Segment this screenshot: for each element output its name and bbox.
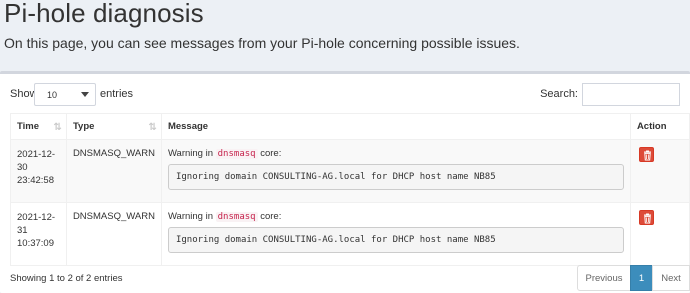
- message-cell: Warning in dnsmasq core: Ignoring domain…: [160, 202, 631, 266]
- warning-source: dnsmasq: [215, 212, 258, 222]
- time-clock: 10:37:09: [17, 238, 54, 249]
- message-cell: Warning in dnsmasq core: Ignoring domain…: [160, 139, 631, 203]
- messages-table: Time ⇅ Type ⇅ Message Action 2021-12- 30…: [10, 113, 690, 266]
- sort-icon: ⇅: [53, 122, 63, 133]
- time-cell: 2021-12- 31 10:37:09: [10, 202, 67, 266]
- search-label: Search:: [540, 88, 578, 100]
- table-info: Showing 1 to 2 of 2 entries: [10, 273, 123, 284]
- time-day: 31: [17, 225, 28, 236]
- time-cell: 2021-12- 30 23:42:58: [10, 139, 67, 203]
- search-input[interactable]: [582, 83, 680, 106]
- column-header-action-label: Action: [636, 121, 667, 132]
- next-page-button[interactable]: Next: [652, 265, 690, 291]
- time-date: 2021-12-: [17, 212, 56, 223]
- column-header-type-label: Type: [72, 121, 95, 132]
- messages-panel: Show 10 entries Search: Time ⇅ Type ⇅ Me…: [0, 71, 690, 293]
- table-header-row: Time ⇅ Type ⇅ Message Action: [10, 113, 690, 140]
- table-row: 2021-12- 31 10:37:09 DNSMASQ_WARN Warnin…: [10, 202, 690, 266]
- column-header-message-label: Message: [167, 121, 209, 132]
- page-subtitle: On this page, you can see messages from …: [4, 35, 520, 51]
- message-text: Ignoring domain CONSULTING-AG.local for …: [167, 164, 624, 190]
- column-header-time[interactable]: Time ⇅: [10, 113, 67, 140]
- table-row: 2021-12- 30 23:42:58 DNSMASQ_WARN Warnin…: [10, 139, 690, 203]
- action-cell: [629, 139, 690, 203]
- column-header-message: Message: [160, 113, 631, 140]
- trash-icon: [643, 150, 651, 161]
- warning-prefix: Warning in: [167, 211, 213, 222]
- time-date: 2021-12-: [17, 149, 56, 160]
- warning-suffix: core:: [260, 211, 282, 222]
- entries-label: entries: [100, 88, 134, 100]
- delete-button[interactable]: [638, 147, 654, 162]
- page-title: Pi-hole diagnosis: [4, 0, 204, 28]
- sort-icon: ⇅: [148, 122, 158, 133]
- warning-prefix: Warning in: [167, 148, 213, 159]
- time-day: 30: [17, 162, 28, 173]
- type-cell: DNSMASQ_WARN: [65, 139, 162, 203]
- page-1-button[interactable]: 1: [630, 265, 653, 291]
- previous-page-button[interactable]: Previous: [577, 265, 631, 291]
- entries-length-value: 10: [47, 90, 58, 100]
- action-cell: [629, 202, 690, 266]
- trash-icon: [643, 213, 651, 224]
- warning-line: Warning in dnsmasq core:: [168, 148, 624, 159]
- chevron-down-icon: [81, 92, 89, 97]
- pagination: Previous 1 Next: [577, 265, 690, 291]
- entries-length-select[interactable]: 10: [34, 83, 96, 106]
- time-clock: 23:42:58: [17, 175, 54, 186]
- warning-source: dnsmasq: [215, 149, 258, 159]
- warning-line: Warning in dnsmasq core:: [168, 211, 624, 222]
- message-text: Ignoring domain CONSULTING-AG.local for …: [167, 227, 624, 253]
- column-header-time-label: Time: [17, 121, 40, 132]
- column-header-action: Action: [629, 113, 690, 140]
- delete-button[interactable]: [638, 210, 654, 225]
- table-controls: Show 10 entries Search:: [10, 83, 680, 107]
- column-header-type[interactable]: Type ⇅: [65, 113, 162, 140]
- warning-suffix: core:: [260, 148, 282, 159]
- type-cell: DNSMASQ_WARN: [65, 202, 162, 266]
